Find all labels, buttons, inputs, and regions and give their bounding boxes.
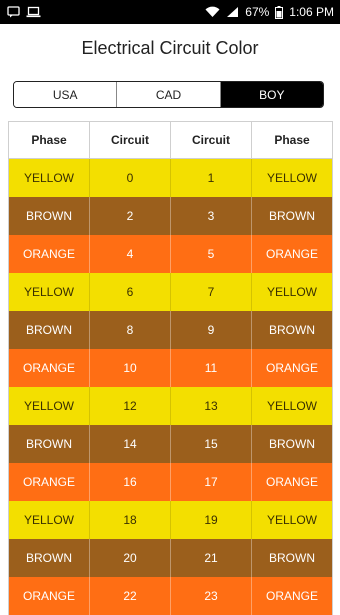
right-phase-cell: YELLOW <box>266 513 317 527</box>
right-phase-cell: BROWN <box>269 209 315 223</box>
right-circuit-cell: 23 <box>171 577 252 615</box>
message-icon <box>7 6 20 18</box>
left-circuit-cell: 0 <box>90 159 171 197</box>
right-circuit-cell: 19 <box>171 501 252 539</box>
tab-usa[interactable]: USA <box>14 82 118 107</box>
header-right-circuit: Circuit <box>171 122 252 158</box>
right-circuit-cell: 1 <box>171 159 252 197</box>
left-phase-cell: ORANGE <box>9 463 90 501</box>
table-row: BROWN 2 3 BROWN <box>9 197 332 235</box>
right-phase-cell: YELLOW <box>266 285 317 299</box>
left-circuit-cell: 10 <box>90 349 171 387</box>
right-phase-cell: ORANGE <box>265 475 318 489</box>
right-circuit-cell: 13 <box>171 387 252 425</box>
left-phase-cell: BROWN <box>9 311 90 349</box>
right-phase-cell: YELLOW <box>266 399 317 413</box>
table-row: ORANGE 4 5 ORANGE <box>9 235 332 273</box>
table-row: ORANGE 22 23 ORANGE <box>9 577 332 615</box>
left-phase-cell: YELLOW <box>9 387 90 425</box>
left-circuit-cell: 22 <box>90 577 171 615</box>
battery-icon <box>275 5 284 19</box>
battery-percentage: 67% <box>245 5 270 19</box>
status-bar-right: 67% 1:06 PM <box>205 5 334 19</box>
table-row: YELLOW 6 7 YELLOW <box>9 273 332 311</box>
status-bar: 67% 1:06 PM <box>0 0 340 24</box>
status-time: 1:06 PM <box>289 5 334 19</box>
left-circuit-cell: 4 <box>90 235 171 273</box>
right-circuit-cell: 5 <box>171 235 252 273</box>
left-circuit-cell: 6 <box>90 273 171 311</box>
left-phase-cell: BROWN <box>9 539 90 577</box>
left-phase-cell: BROWN <box>9 197 90 235</box>
left-circuit-cell: 18 <box>90 501 171 539</box>
wifi-icon <box>205 6 220 18</box>
table-row: BROWN 14 15 BROWN <box>9 425 332 463</box>
page-title: Electrical Circuit Color <box>81 38 259 58</box>
left-phase-cell: BROWN <box>9 425 90 463</box>
table-row: YELLOW 0 1 YELLOW <box>9 159 332 197</box>
region-selector: USA CAD BOY <box>13 81 324 108</box>
table-row: BROWN 8 9 BROWN <box>9 311 332 349</box>
right-circuit-cell: 15 <box>171 425 252 463</box>
right-circuit-cell: 3 <box>171 197 252 235</box>
right-circuit-cell: 17 <box>171 463 252 501</box>
right-circuit-cell: 9 <box>171 311 252 349</box>
left-phase-cell: ORANGE <box>9 235 90 273</box>
left-circuit-cell: 2 <box>90 197 171 235</box>
right-phase-cell: BROWN <box>269 437 315 451</box>
right-phase-cell: YELLOW <box>266 171 317 185</box>
right-phase-cell: BROWN <box>269 323 315 337</box>
signal-icon <box>226 6 239 18</box>
laptop-icon <box>26 6 41 18</box>
right-phase-cell: ORANGE <box>265 247 318 261</box>
table-row: ORANGE 10 11 ORANGE <box>9 349 332 387</box>
table-row: YELLOW 12 13 YELLOW <box>9 387 332 425</box>
circuit-color-table: Phase Circuit Circuit Phase YELLOW 0 1 Y… <box>8 121 333 615</box>
left-phase-cell: YELLOW <box>9 273 90 311</box>
left-circuit-cell: 16 <box>90 463 171 501</box>
table-row: ORANGE 16 17 ORANGE <box>9 463 332 501</box>
left-circuit-cell: 14 <box>90 425 171 463</box>
left-phase-cell: ORANGE <box>9 349 90 387</box>
right-phase-cell: BROWN <box>269 551 315 565</box>
left-circuit-cell: 8 <box>90 311 171 349</box>
header-right-phase: Phase <box>274 133 310 147</box>
left-circuit-cell: 20 <box>90 539 171 577</box>
tab-cad[interactable]: CAD <box>117 82 221 107</box>
right-phase-cell: ORANGE <box>265 361 318 375</box>
table-header-row: Phase Circuit Circuit Phase <box>9 121 332 159</box>
right-circuit-cell: 21 <box>171 539 252 577</box>
right-circuit-cell: 7 <box>171 273 252 311</box>
right-circuit-cell: 11 <box>171 349 252 387</box>
right-phase-cell: ORANGE <box>265 589 318 603</box>
left-circuit-cell: 12 <box>90 387 171 425</box>
left-phase-cell: YELLOW <box>9 501 90 539</box>
header-left-phase: Phase <box>9 122 90 158</box>
header-left-circuit: Circuit <box>90 122 171 158</box>
table-row: YELLOW 18 19 YELLOW <box>9 501 332 539</box>
left-phase-cell: ORANGE <box>9 577 90 615</box>
table-row: BROWN 20 21 BROWN <box>9 539 332 577</box>
tab-boy[interactable]: BOY <box>220 82 323 107</box>
status-bar-left <box>7 6 41 18</box>
left-phase-cell: YELLOW <box>9 159 90 197</box>
